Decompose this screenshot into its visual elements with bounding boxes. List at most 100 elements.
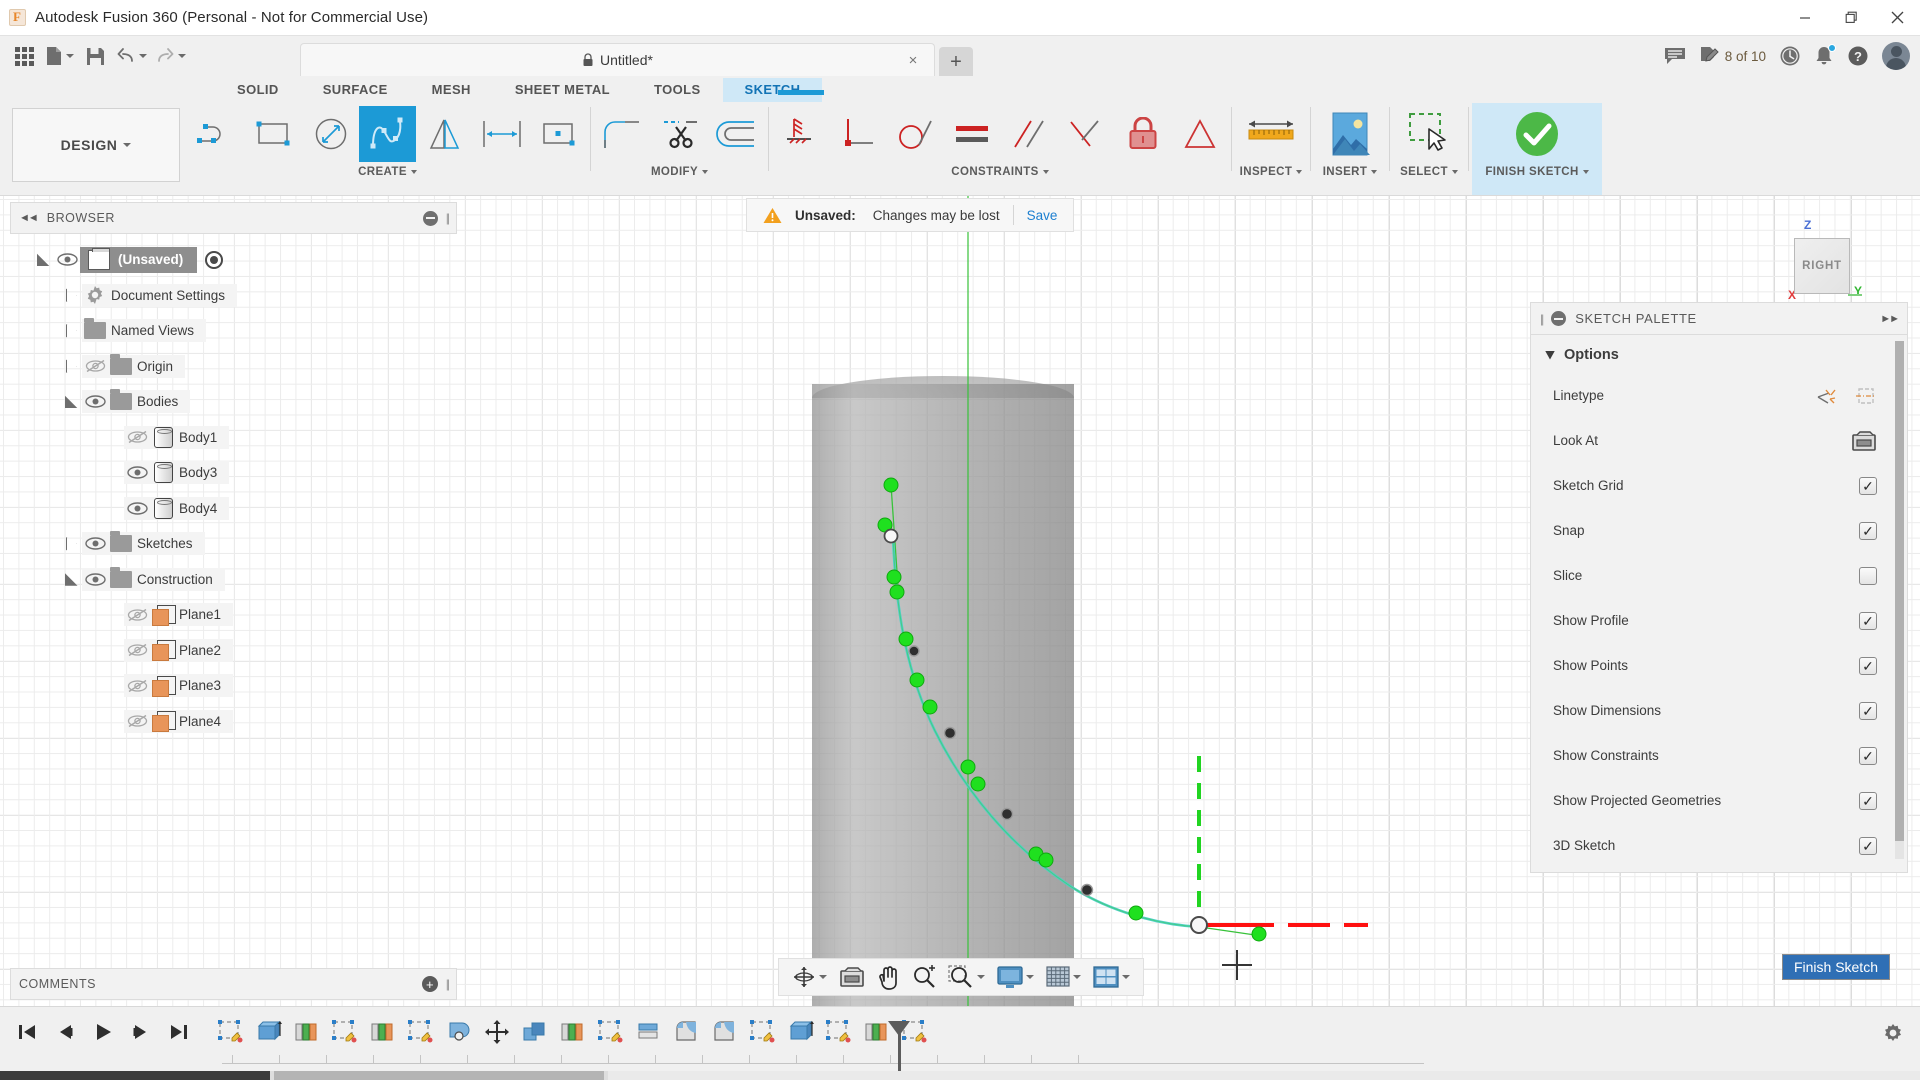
browser-collapse-button[interactable]: ◄◄ [19,212,37,224]
timeline-feature-fillet[interactable] [668,1012,706,1052]
spline-tool[interactable] [359,106,416,162]
finish-sketch-button[interactable]: Finish Sketch [1782,954,1890,980]
comments-button[interactable] [1659,40,1691,72]
undo-button[interactable] [113,40,150,72]
parallel-constraint[interactable] [1000,106,1057,162]
tree-item-plane3[interactable]: Plane3 [10,668,457,704]
pan-tool[interactable] [872,961,905,993]
tree-item-body3[interactable]: Body3 [10,455,457,491]
visibility-eye-icon[interactable] [124,461,150,484]
expander-closed-icon[interactable] [60,532,82,555]
timeline-scroll-track-end[interactable] [608,1071,1920,1080]
show-dimensions-checkbox[interactable]: ✓ [1859,702,1877,720]
visibility-eye-icon[interactable] [54,248,80,271]
tree-item-named-views[interactable]: Named Views [10,313,457,349]
tree-item-construction[interactable]: Construction [10,562,457,598]
expander-closed-icon[interactable] [60,284,82,307]
rectangular-pattern-tool[interactable] [530,106,587,162]
zoom-tool[interactable] [907,961,941,993]
visibility-hidden-icon[interactable] [124,603,150,626]
grid-snaps[interactable] [1041,961,1086,993]
symmetry-constraint[interactable] [1171,106,1228,162]
tree-item-plane1[interactable]: Plane1 [10,597,457,633]
palette-scrollbar[interactable] [1895,341,1904,859]
timeline-feature-sketch[interactable] [212,1012,250,1052]
document-tab-untitled[interactable]: Untitled* × [300,43,935,76]
timeline-feature-plane[interactable] [288,1012,326,1052]
root-component-chip[interactable]: (Unsaved) [80,247,197,273]
tree-item-body1[interactable]: Body1 [10,420,457,456]
new-tab-button[interactable]: + [939,47,973,76]
midpoint-constraint[interactable] [1057,106,1114,162]
modify-group-label[interactable]: MODIFY [651,166,708,178]
insert-group-label[interactable]: INSERT [1323,166,1378,178]
visibility-hidden-icon[interactable] [124,639,150,662]
display-settings[interactable] [992,961,1039,993]
finish-sketch-group-label[interactable]: FINISH SKETCH [1485,166,1588,178]
close-tab-button[interactable]: × [905,52,921,68]
timeline-play[interactable] [84,1012,122,1052]
maximize-button[interactable] [1828,0,1874,36]
select-group-label[interactable]: SELECT [1400,166,1458,178]
mirror-tool[interactable] [416,106,473,162]
line-tool[interactable] [188,106,245,162]
new-file-button[interactable] [42,40,77,72]
finish-sketch-tool[interactable] [1482,106,1592,162]
palette-grip-icon[interactable]: || [1540,312,1542,326]
tree-item-unsaved[interactable]: (Unsaved) [10,242,457,278]
tree-item-bodies[interactable]: Bodies [10,384,457,420]
centerline-linetype-icon[interactable] [1855,386,1877,406]
fillet-tool[interactable] [594,106,651,162]
tree-item-origin[interactable]: Origin [10,349,457,385]
palette-minimize-icon[interactable] [1551,311,1566,326]
expander-open-icon[interactable] [60,390,82,413]
equal-constraint[interactable] [943,106,1000,162]
visibility-eye-icon[interactable] [82,568,108,591]
ribbon-tab-surface[interactable]: SURFACE [301,78,410,102]
browser-grip-icon[interactable]: || [446,211,448,225]
tree-item-body4[interactable]: Body4 [10,491,457,527]
snap-checkbox[interactable]: ✓ [1859,522,1877,540]
show-projected-geometries-checkbox[interactable]: ✓ [1859,792,1877,810]
data-panel-button[interactable] [8,40,40,72]
timeline-jump-end[interactable] [160,1012,198,1052]
ribbon-tab-solid[interactable]: SOLID [215,78,301,102]
save-button[interactable] [79,40,111,72]
history-button[interactable] [1774,40,1806,72]
tangent-constraint[interactable] [886,106,943,162]
expander-closed-icon[interactable] [60,319,82,342]
timeline-feature-combine[interactable] [516,1012,554,1052]
slice-checkbox[interactable] [1859,567,1877,585]
tree-item-plane2[interactable]: Plane2 [10,633,457,669]
trim-tool[interactable] [651,106,708,162]
avatar[interactable] [1882,42,1910,70]
timeline-step-forward[interactable] [122,1012,160,1052]
create-group-label[interactable]: CREATE [358,166,417,178]
visibility-eye-icon[interactable] [82,532,108,555]
perpendicular-constraint[interactable] [829,106,886,162]
activate-component-radio[interactable] [205,251,223,269]
timeline-feature-offset[interactable] [630,1012,668,1052]
offset-tool[interactable] [708,106,765,162]
select-tool[interactable] [1393,106,1465,162]
minimize-button[interactable] [1782,0,1828,36]
orbit-tool[interactable] [787,961,832,993]
look-at-icon[interactable] [1851,430,1877,452]
show-profile-checkbox[interactable]: ✓ [1859,612,1877,630]
viewports[interactable] [1088,961,1135,993]
visibility-hidden-icon[interactable] [124,674,150,697]
tree-item-plane4[interactable]: Plane4 [10,704,457,740]
ribbon-tab-tools[interactable]: TOOLS [632,78,723,102]
timeline-feature-extrude[interactable] [250,1012,288,1052]
constraints-group-label[interactable]: CONSTRAINTS [951,166,1048,178]
timeline-feature-extrude[interactable] [782,1012,820,1052]
timeline-scroll-thumb[interactable] [0,1071,270,1080]
workspace-switcher[interactable]: DESIGN [12,108,180,182]
horizontal-vertical-constraint[interactable] [772,106,829,162]
fit-tool[interactable] [943,961,990,993]
visibility-eye-icon[interactable] [124,497,150,520]
expander-open-icon[interactable] [32,248,54,271]
show-points-checkbox[interactable]: ✓ [1859,657,1877,675]
measure-tool[interactable] [1235,106,1307,162]
timeline-feature-sketch[interactable] [326,1012,364,1052]
